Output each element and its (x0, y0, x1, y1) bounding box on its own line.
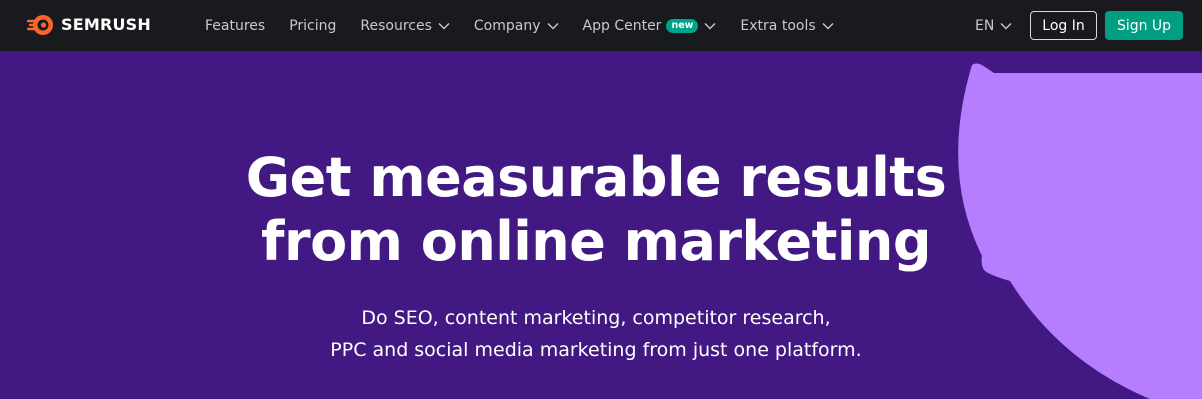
nav-item-label: Features (205, 17, 266, 34)
subheading-line-1: Do SEO, content marketing, competitor re… (361, 307, 831, 329)
nav-item-label: Pricing (289, 17, 337, 34)
nav-item-extra-tools[interactable]: Extra tools (740, 0, 834, 51)
nav-item-resources[interactable]: Resources (360, 0, 450, 51)
chevron-down-icon (1000, 22, 1012, 29)
hero-headline: Get measurable results from online marke… (196, 146, 996, 274)
nav-item-features[interactable]: Features (205, 0, 265, 51)
headline-line-2: from online marketing (260, 210, 932, 273)
nav-item-label: Company (473, 17, 541, 34)
main-nav: Features Pricing Resources Company App C… (205, 0, 858, 51)
hero-subheading: Do SEO, content marketing, competitor re… (246, 302, 946, 366)
log-in-label: Log In (1042, 17, 1085, 34)
hero-section: Get measurable results from online marke… (0, 51, 1202, 399)
chevron-down-icon (704, 22, 716, 29)
chevron-down-icon (822, 22, 834, 29)
new-badge: new (666, 18, 699, 33)
semrush-flame-icon (27, 15, 53, 35)
semrush-logo[interactable]: SEMRUSH (27, 13, 151, 37)
log-in-button[interactable]: Log In (1030, 11, 1097, 40)
sign-up-button[interactable]: Sign Up (1105, 11, 1183, 40)
nav-item-label: App Center (582, 17, 662, 34)
sign-up-label: Sign Up (1116, 17, 1172, 34)
chevron-down-icon (547, 22, 559, 29)
language-label: EN (975, 17, 995, 34)
nav-item-company[interactable]: Company (474, 0, 559, 51)
language-selector[interactable]: EN (975, 0, 1012, 51)
top-navigation-bar: SEMRUSH Features Pricing Resources Compa… (0, 0, 1202, 51)
nav-item-app-center[interactable]: App Center new (583, 0, 717, 51)
brand-name: SEMRUSH (61, 15, 152, 34)
nav-item-label: Resources (360, 17, 432, 34)
headline-line-1: Get measurable results (245, 146, 947, 209)
subheading-line-2: PPC and social media marketing from just… (330, 339, 862, 361)
nav-item-label: Extra tools (740, 17, 816, 34)
chevron-down-icon (438, 22, 450, 29)
nav-item-pricing[interactable]: Pricing (289, 0, 336, 51)
